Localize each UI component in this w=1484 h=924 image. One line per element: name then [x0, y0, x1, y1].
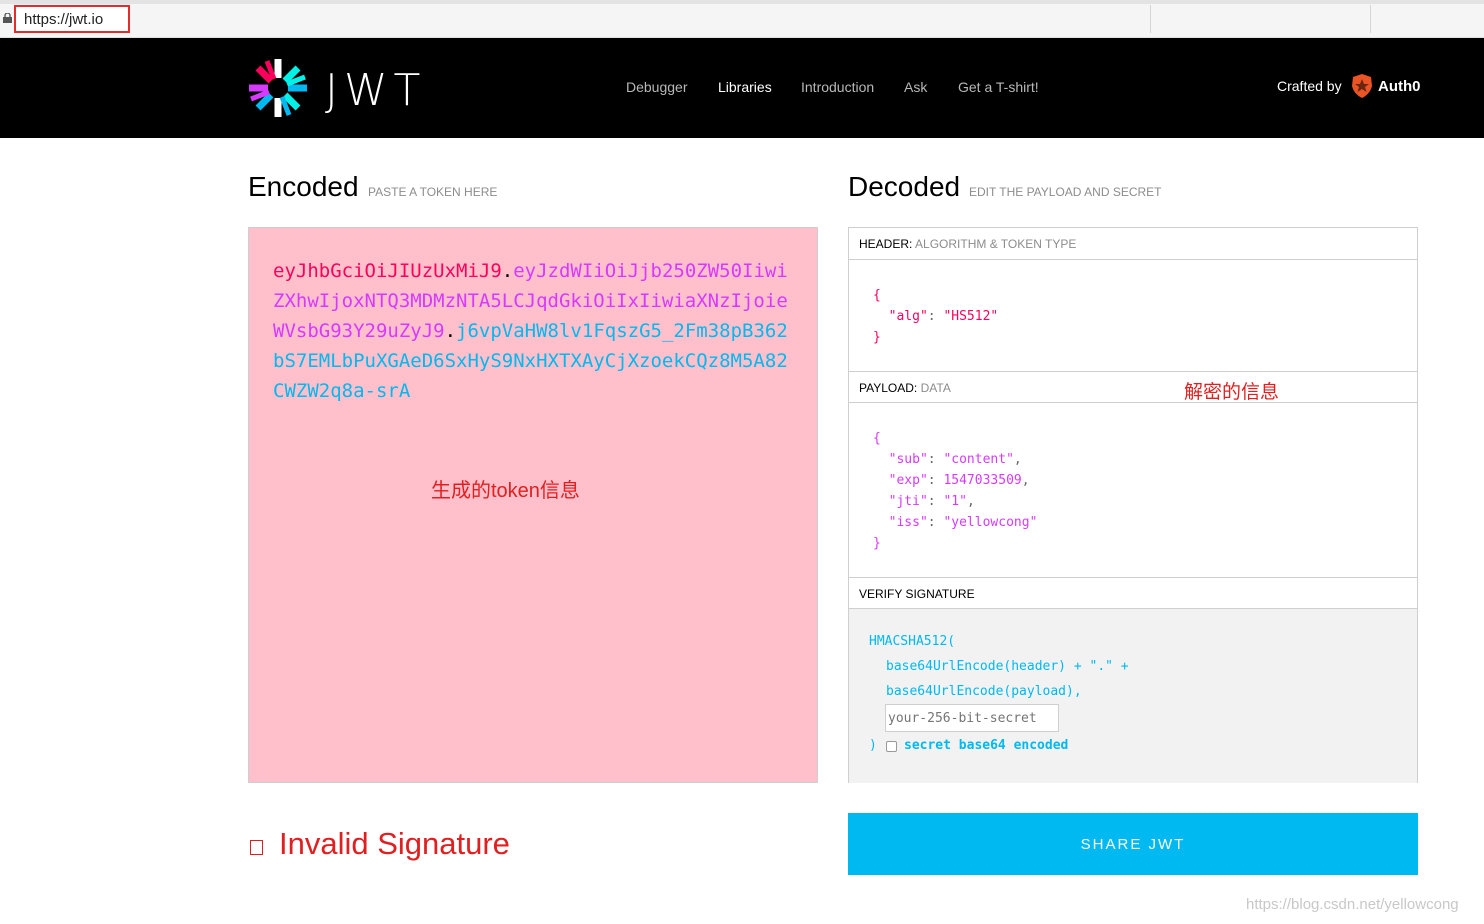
- json-key-iss: "iss": [888, 515, 928, 530]
- secret-input[interactable]: [885, 704, 1059, 732]
- crafted-by-label: Crafted by: [1277, 78, 1342, 94]
- encoded-subtitle: PASTE A TOKEN HERE: [368, 185, 498, 199]
- url-text: https://jwt.io: [24, 11, 104, 28]
- payload-label: PAYLOAD:: [859, 381, 918, 395]
- hmac-header-line: base64UrlEncode(header) + "." +: [886, 659, 1129, 674]
- header-sublabel: ALGORITHM & TOKEN TYPE: [915, 237, 1077, 251]
- json-key-exp: "exp": [888, 473, 928, 488]
- nav-link-tshirt[interactable]: Get a T-shirt!: [958, 79, 1039, 95]
- json-colon: :: [927, 309, 944, 324]
- payload-json-editor[interactable]: { "sub": "content", "exp": 1547033509, "…: [873, 428, 1037, 554]
- json-value-sub: "content": [943, 452, 1014, 467]
- json-key-sub: "sub": [888, 452, 928, 467]
- encoded-annotation: 生成的token信息: [431, 480, 580, 502]
- decoded-panel: HEADER: ALGORITHM & TOKEN TYPE { "alg": …: [848, 227, 1418, 783]
- json-value-iss: "yellowcong": [943, 515, 1038, 530]
- decoded-subtitle: EDIT THE PAYLOAD AND SECRET: [969, 185, 1162, 199]
- url-field[interactable]: https://jwt.io: [14, 5, 130, 33]
- verify-signature-body: HMACSHA512( base64UrlEncode(header) + ".…: [849, 609, 1417, 783]
- header-section-title: HEADER: ALGORITHM & TOKEN TYPE: [849, 228, 1417, 260]
- json-brace: }: [873, 330, 881, 345]
- token-dot: .: [444, 320, 457, 342]
- decoded-title: Decoded: [848, 171, 961, 202]
- header-json-editor[interactable]: { "alg": "HS512" }: [873, 285, 998, 348]
- base64-encoded-checkbox[interactable]: [886, 741, 897, 752]
- encoded-title: Encoded: [248, 171, 359, 202]
- auth0-logo-icon[interactable]: [1351, 73, 1373, 99]
- payload-sublabel: DATA: [920, 381, 951, 395]
- encoded-token-text[interactable]: eyJhbGciOiJIUzUxMiJ9.eyJzdWIiOiJjb250ZW5…: [273, 256, 793, 406]
- nav-link-libraries[interactable]: Libraries: [718, 79, 772, 95]
- nav-link-ask[interactable]: Ask: [904, 79, 927, 95]
- hmac-function-open: HMACSHA512(: [869, 634, 956, 649]
- share-jwt-button[interactable]: SHARE JWT: [848, 813, 1418, 875]
- json-brace: {: [873, 288, 881, 303]
- json-value-exp: 1547033509: [943, 473, 1022, 488]
- payload-annotation: 解密的信息: [1184, 382, 1280, 403]
- hmac-payload-line: base64UrlEncode(payload),: [886, 684, 1082, 699]
- nav-link-introduction[interactable]: Introduction: [801, 79, 874, 95]
- base64-encoded-label[interactable]: secret base64 encoded: [904, 738, 1068, 753]
- verify-section-title: VERIFY SIGNATURE: [849, 577, 1417, 609]
- header-label: HEADER:: [859, 237, 913, 251]
- json-brace: {: [873, 431, 881, 446]
- json-key-alg: "alg": [888, 309, 928, 324]
- hmac-function-close: ): [869, 738, 877, 753]
- tab-strip-edge: [0, 0, 1484, 4]
- payload-section-title: PAYLOAD: DATA 解密的信息: [849, 371, 1417, 403]
- nav-link-debugger[interactable]: Debugger: [626, 79, 688, 95]
- toolbar-divider: [1370, 5, 1371, 33]
- token-header-part: eyJhbGciOiJIUzUxMiJ9: [273, 260, 502, 282]
- json-brace: }: [873, 536, 881, 551]
- verify-label: VERIFY SIGNATURE: [859, 587, 975, 601]
- jwt-logo-icon[interactable]: [248, 58, 308, 118]
- auth0-brand-text[interactable]: Auth0: [1378, 78, 1421, 95]
- lock-icon: [3, 13, 12, 23]
- watermark-text: https://blog.csdn.net/yellowcong: [1246, 896, 1459, 913]
- json-key-jti: "jti": [888, 494, 928, 509]
- top-nav: JWT Debugger Libraries Introduction Ask …: [0, 38, 1484, 138]
- jwt-logo-text[interactable]: JWT: [325, 65, 426, 116]
- signature-status-icon: [250, 840, 263, 855]
- json-value-alg: "HS512": [943, 309, 999, 324]
- toolbar-divider: [1150, 5, 1151, 33]
- signature-status-text: Invalid Signature: [279, 826, 510, 861]
- browser-address-bar: https://jwt.io: [0, 0, 1484, 38]
- token-dot: .: [501, 260, 514, 282]
- encoded-token-editor[interactable]: eyJhbGciOiJIUzUxMiJ9.eyJzdWIiOiJjb250ZW5…: [248, 227, 818, 783]
- json-value-jti: "1": [943, 494, 967, 509]
